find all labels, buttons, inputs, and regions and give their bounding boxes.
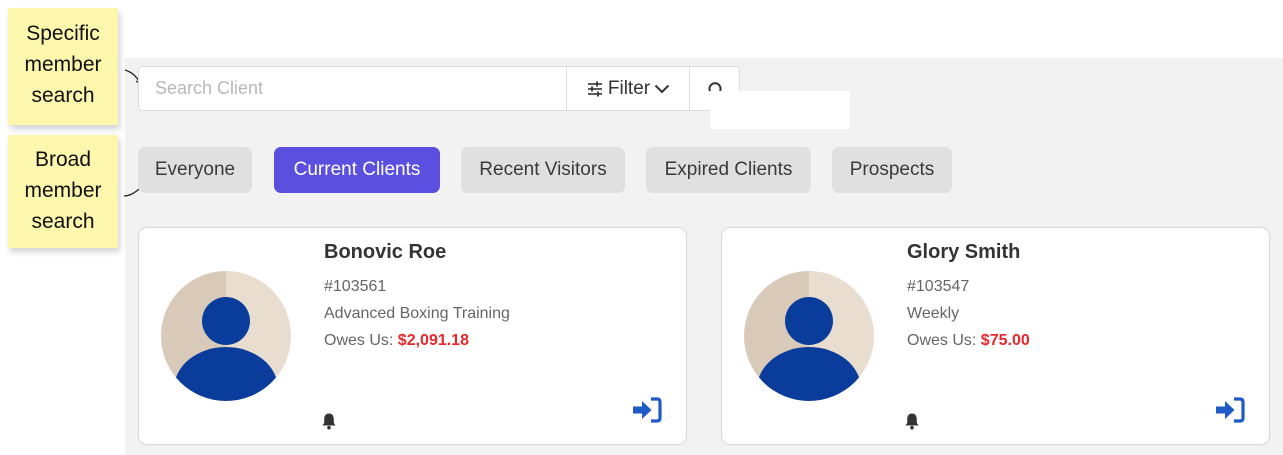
filter-chip-everyone[interactable]: Everyone <box>138 147 252 193</box>
annotation-specific-search: Specific member search <box>8 8 118 125</box>
owes-amount: $2,091.18 <box>397 332 469 349</box>
client-plan: Advanced Boxing Training <box>324 305 510 322</box>
client-id: #103561 <box>324 278 387 295</box>
filter-chip-recent-visitors[interactable]: Recent Visitors <box>461 147 625 193</box>
user-avatar-icon <box>161 271 291 401</box>
filter-chip-current-clients[interactable]: Current Clients <box>274 147 440 193</box>
owes-label: Owes Us: <box>907 332 977 349</box>
annotation-line: Specific <box>26 22 100 45</box>
chip-label: Prospects <box>849 159 935 180</box>
filter-label: Filter <box>607 77 651 99</box>
chip-label: Recent Visitors <box>479 159 607 180</box>
filter-chip-prospects[interactable]: Prospects <box>832 147 952 193</box>
client-card[interactable]: Glory Smith #103547 Weekly Owes Us: $75.… <box>721 227 1270 445</box>
chip-label: Everyone <box>154 159 236 180</box>
annotation-broad-search: Broad member search <box>8 135 118 248</box>
bell-icon[interactable] <box>321 412 337 430</box>
client-card[interactable]: Bonovic Roe #103561 Advanced Boxing Trai… <box>138 227 687 445</box>
annotation-line: Broad <box>34 148 92 171</box>
user-avatar-icon <box>744 271 874 401</box>
sign-in-icon[interactable] <box>1214 396 1246 424</box>
search-bar: Filter <box>138 66 740 111</box>
client-name: Bonovic Roe <box>324 241 447 263</box>
chevron-down-icon <box>654 84 670 93</box>
client-plan: Weekly <box>907 305 960 322</box>
bell-icon[interactable] <box>904 412 920 430</box>
sign-in-icon[interactable] <box>631 396 663 424</box>
client-balance: Owes Us: $2,091.18 <box>324 332 469 350</box>
chip-label: Current Clients <box>293 159 421 180</box>
client-balance: Owes Us: $75.00 <box>907 332 1030 350</box>
annotation-line: member <box>24 53 102 76</box>
owes-label: Owes Us: <box>324 332 394 349</box>
avatar <box>161 271 291 401</box>
owes-amount: $75.00 <box>980 332 1030 349</box>
filter-button[interactable]: Filter <box>566 67 689 110</box>
avatar <box>744 271 874 401</box>
chip-label: Expired Clients <box>664 159 793 180</box>
search-input[interactable] <box>139 67 566 110</box>
annotation-line: member <box>24 179 102 202</box>
filter-chip-expired-clients[interactable]: Expired Clients <box>646 147 811 193</box>
sliders-icon <box>587 81 602 96</box>
blank-overlay <box>710 91 850 129</box>
annotation-line: search <box>31 84 95 107</box>
annotation-line: search <box>31 210 95 233</box>
client-id: #103547 <box>907 278 970 295</box>
client-name: Glory Smith <box>907 241 1021 263</box>
